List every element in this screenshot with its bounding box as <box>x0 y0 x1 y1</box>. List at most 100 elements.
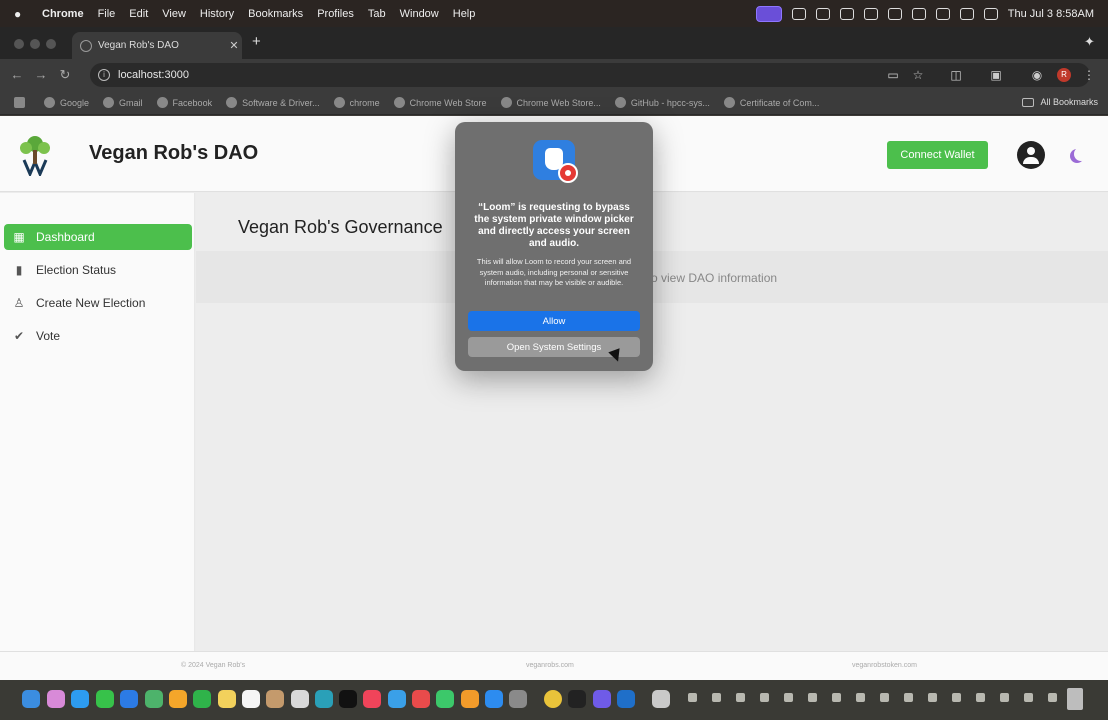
contacts-icon[interactable] <box>266 690 284 708</box>
grid-icon[interactable] <box>839 7 854 20</box>
bookmark-gmail[interactable]: Gmail <box>103 97 143 108</box>
downloads-icon[interactable]: ◉ <box>1030 68 1044 82</box>
calendar-icon[interactable] <box>242 690 260 708</box>
menu-view[interactable]: View <box>162 8 186 20</box>
network-icon[interactable] <box>815 7 830 20</box>
menu-app-name[interactable]: Chrome <box>42 8 84 20</box>
photos-icon[interactable] <box>169 690 187 708</box>
reload-icon[interactable]: ↻ <box>58 68 72 82</box>
extensions-icon[interactable]: ◫ <box>949 68 963 82</box>
new-tab-icon[interactable]: + <box>252 33 266 51</box>
minimized-window-icon[interactable] <box>928 693 937 702</box>
safari-icon[interactable] <box>71 690 89 708</box>
menu-tab[interactable]: Tab <box>368 8 386 20</box>
close-tab-icon[interactable]: ✕ <box>226 39 242 52</box>
control-center-icon[interactable] <box>983 7 998 20</box>
zoom-window-icon[interactable] <box>46 39 56 49</box>
loom-icon[interactable] <box>791 7 806 20</box>
trash-icon[interactable] <box>1067 688 1083 710</box>
facetime-icon[interactable] <box>193 690 211 708</box>
allow-button[interactable]: Allow <box>468 311 640 331</box>
music-icon[interactable] <box>363 690 381 708</box>
keynote-icon[interactable] <box>388 690 406 708</box>
freeform-icon[interactable] <box>315 690 333 708</box>
connect-wallet-button[interactable]: Connect Wallet <box>887 141 988 169</box>
menu-clock[interactable]: Thu Jul 3 8:58AM <box>1008 8 1094 20</box>
sidebar-item-election-status[interactable]: ▮ Election Status <box>4 257 192 283</box>
vscode-icon[interactable] <box>617 690 635 708</box>
bookmark-chrome-web-store[interactable]: Chrome Web Store <box>393 97 487 108</box>
wifi-icon[interactable] <box>935 7 950 20</box>
minimized-window-icon[interactable] <box>976 693 985 702</box>
bookmark-certificate[interactable]: Certificate of Com... <box>723 97 819 108</box>
screen-record-icon[interactable] <box>755 5 782 22</box>
bookmark-github[interactable]: GitHub - hpcc-sys... <box>614 97 710 108</box>
address-bar[interactable]: i localhost:3000 <box>90 63 1090 87</box>
minimized-window-icon[interactable] <box>832 693 841 702</box>
minimized-window-icon[interactable] <box>784 693 793 702</box>
apple-tv-icon[interactable] <box>339 690 357 708</box>
user-account-icon[interactable] <box>1017 141 1045 169</box>
pages-icon[interactable] <box>461 690 479 708</box>
bookmark-chrome[interactable]: chrome <box>333 97 380 108</box>
cast-icon[interactable]: ▭ <box>886 68 900 82</box>
bookmark-star-icon[interactable]: ☆ <box>911 68 925 82</box>
minimized-window-icon[interactable] <box>1048 693 1057 702</box>
minimized-window-icon[interactable] <box>760 693 769 702</box>
minimized-window-icon[interactable] <box>688 693 697 702</box>
mail-icon[interactable] <box>120 690 138 708</box>
footer-link-veganrobstoken[interactable]: veganrobstoken.com <box>852 662 917 669</box>
numbers-icon[interactable] <box>436 690 454 708</box>
minimize-window-icon[interactable] <box>30 39 40 49</box>
cloud-icon[interactable] <box>863 7 878 20</box>
vegan-robs-logo[interactable] <box>16 134 54 176</box>
minimized-window-icon[interactable] <box>952 693 961 702</box>
apps-icon[interactable] <box>14 97 30 108</box>
menu-profiles[interactable]: Profiles <box>317 8 354 20</box>
more-menu-icon[interactable]: ⋮ <box>1082 68 1096 82</box>
minimized-window-icon[interactable] <box>904 693 913 702</box>
play-icon[interactable] <box>887 7 902 20</box>
url-text[interactable]: localhost:3000 <box>118 69 189 81</box>
sidebar-item-create-new-election[interactable]: ♙ Create New Election <box>4 290 192 316</box>
menu-history[interactable]: History <box>200 8 234 20</box>
minimized-window-icon[interactable] <box>1024 693 1033 702</box>
sidebar-item-dashboard[interactable]: ▦ Dashboard <box>4 224 192 250</box>
menu-bookmarks[interactable]: Bookmarks <box>248 8 303 20</box>
chrome-icon[interactable] <box>544 690 562 708</box>
notes-icon[interactable] <box>218 690 236 708</box>
minimized-window-icon[interactable] <box>736 693 745 702</box>
menu-file[interactable]: File <box>98 8 116 20</box>
back-icon[interactable]: ← <box>10 68 24 82</box>
all-bookmarks[interactable]: All Bookmarks <box>1022 97 1098 107</box>
launchpad-icon[interactable] <box>47 690 65 708</box>
site-info-icon[interactable]: i <box>98 69 110 81</box>
messages-icon[interactable] <box>96 690 114 708</box>
side-panel-icon[interactable]: ▣ <box>989 68 1003 82</box>
close-window-icon[interactable] <box>14 39 24 49</box>
battery-icon[interactable] <box>911 7 926 20</box>
bookmark-facebook[interactable]: Facebook <box>156 97 212 108</box>
news-icon[interactable] <box>412 690 430 708</box>
gemini-icon[interactable]: ✦ <box>1084 33 1098 51</box>
sidebar-item-vote[interactable]: ✔ Vote <box>4 323 192 349</box>
minimized-window-icon[interactable] <box>712 693 721 702</box>
terminal-icon[interactable] <box>568 690 586 708</box>
bookmark-google[interactable]: Google <box>44 97 89 108</box>
loom-app-icon[interactable] <box>593 690 611 708</box>
reminders-icon[interactable] <box>291 690 309 708</box>
browser-tab[interactable]: Vegan Rob's DAO ✕ <box>72 32 242 59</box>
forward-icon[interactable]: → <box>34 68 48 82</box>
minimized-window-icon[interactable] <box>1000 693 1009 702</box>
bookmark-chrome-web-store-2[interactable]: Chrome Web Store... <box>500 97 601 108</box>
menu-window[interactable]: Window <box>400 8 439 20</box>
maps-icon[interactable] <box>145 690 163 708</box>
app-store-icon[interactable] <box>485 690 503 708</box>
minimized-window-icon[interactable] <box>880 693 889 702</box>
menu-edit[interactable]: Edit <box>129 8 148 20</box>
documents-stack-icon[interactable] <box>652 690 670 708</box>
footer-link-veganrobs[interactable]: veganrobs.com <box>526 662 574 669</box>
menu-help[interactable]: Help <box>453 8 476 20</box>
profile-avatar[interactable]: R <box>1057 68 1071 82</box>
search-icon[interactable] <box>959 7 974 20</box>
